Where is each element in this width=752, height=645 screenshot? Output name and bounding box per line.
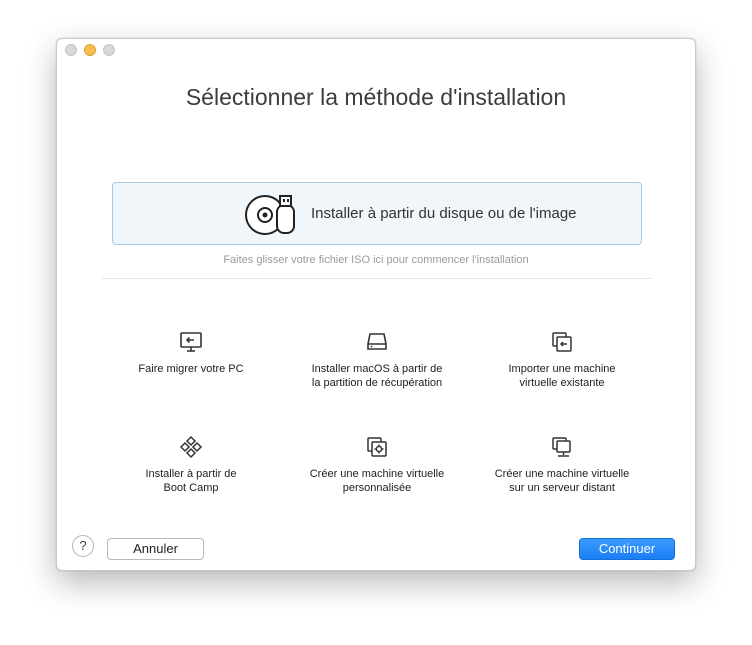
window-controls	[65, 44, 115, 56]
close-window-button[interactable]	[65, 44, 77, 56]
remote-server-vm-option[interactable]: Créer une machine virtuelle sur un serve…	[472, 435, 652, 495]
remote-server-vm-label: Créer une machine virtuelle sur un serve…	[494, 468, 630, 494]
boot-camp-option[interactable]: Installer à partir de Boot Camp	[101, 435, 281, 495]
minimize-window-button[interactable]	[84, 44, 96, 56]
cancel-button[interactable]: Annuler	[107, 538, 204, 560]
boot-camp-icon	[179, 435, 203, 459]
install-macos-recovery-option[interactable]: Installer macOS à partir de la partition…	[287, 330, 467, 390]
disc-usb-icon	[245, 195, 295, 235]
import-vm-icon	[552, 332, 572, 352]
custom-vm-option[interactable]: Créer une machine virtuelle personnalisé…	[287, 435, 467, 495]
migrate-pc-label: Faire migrer votre PC	[138, 363, 244, 375]
install-from-image-label: Installer à partir du disque ou de l'ima…	[311, 205, 577, 222]
import-vm-label: Importer une machine virtuelle existante	[508, 363, 616, 389]
continue-button[interactable]: Continuer	[579, 538, 675, 560]
section-divider	[102, 278, 652, 279]
import-vm-option[interactable]: Importer une machine virtuelle existante	[472, 330, 652, 390]
drop-iso-hint: Faites glisser votre fichier ISO ici pou…	[223, 254, 529, 266]
install-macos-recovery-label: Installer macOS à partir de la partition…	[311, 363, 443, 389]
page-title: Sélectionner la méthode d'installation	[185, 84, 567, 110]
help-button[interactable]: ?	[72, 535, 94, 557]
custom-vm-icon	[367, 437, 387, 457]
boot-camp-label: Installer à partir de Boot Camp	[145, 468, 237, 494]
installation-assistant-window: Sélectionner la méthode d'installation I…	[56, 38, 696, 571]
migrate-pc-option[interactable]: Faire migrer votre PC	[101, 330, 281, 376]
install-from-image-option[interactable]: Installer à partir du disque ou de l'ima…	[112, 182, 642, 245]
custom-vm-label: Créer une machine virtuelle personnalisé…	[309, 468, 445, 494]
zoom-window-button[interactable]	[103, 44, 115, 56]
migrate-pc-icon	[180, 332, 202, 352]
remote-server-icon	[552, 437, 571, 457]
hard-drive-icon	[367, 333, 387, 350]
